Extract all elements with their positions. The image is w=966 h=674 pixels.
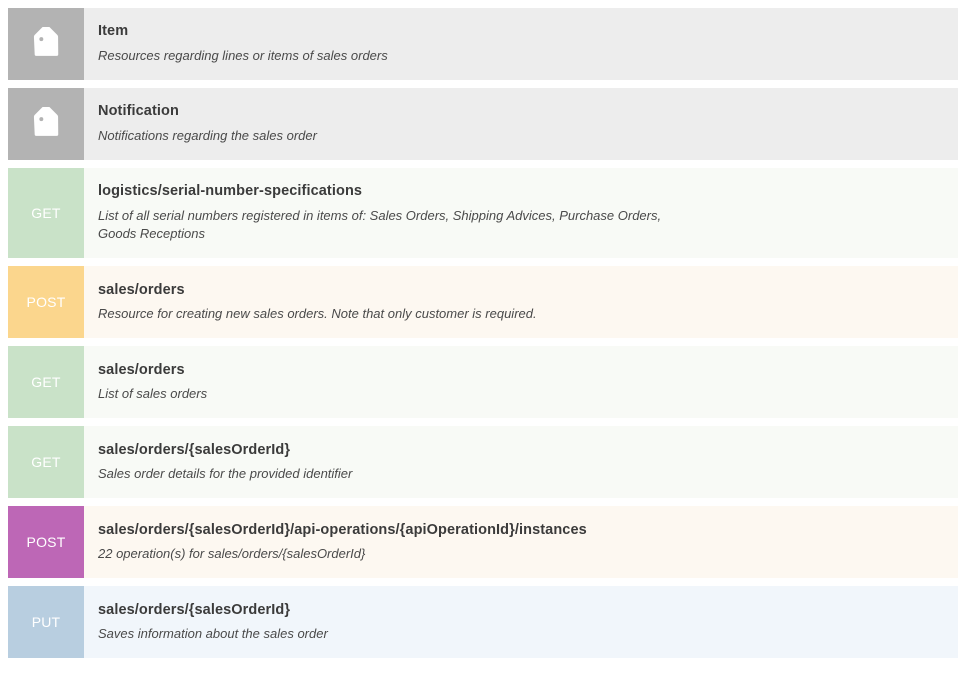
api-operation-description: Saves information about the sales order xyxy=(98,626,328,642)
api-operation-description: Resources regarding lines or items of sa… xyxy=(98,47,388,63)
api-operation-row[interactable]: GET sales/orders/{salesOrderId} Sales orde… xyxy=(8,426,958,499)
tag-group-title: Notification xyxy=(98,103,179,120)
api-operation-row[interactable]: GET logistics/serial-number-specification… xyxy=(8,168,958,259)
tag-group-title: Item xyxy=(98,23,129,40)
tag-icon xyxy=(29,27,63,61)
api-operation-description: Resource for creating new sales orders. … xyxy=(98,306,537,322)
api-operation-path: sales/orders xyxy=(98,361,185,378)
http-method-label: PUT xyxy=(31,614,61,631)
tag-badge xyxy=(8,8,84,80)
api-operation-body: sales/orders/{salesOrderId} Saves informa… xyxy=(84,586,958,659)
api-operation-path: sales/orders/{salesOrderId} xyxy=(98,441,291,458)
api-operation-description: 22 operation(s) for sales/orders/{salesO… xyxy=(98,546,366,562)
api-operation-description: Sales order details for the provided ide… xyxy=(98,466,353,482)
api-operation-body: sales/orders/{salesOrderId}/api-operatio… xyxy=(84,506,958,579)
api-operation-row[interactable]: POST sales/orders Resource for creating ne… xyxy=(8,266,958,339)
http-method-badge: GET xyxy=(8,168,84,259)
http-method-badge: GET xyxy=(8,426,84,499)
api-operation-path: sales/orders/{salesOrderId} xyxy=(98,601,291,618)
http-method-label: POST xyxy=(26,534,66,551)
api-operation-body: Notification Notifications regarding the … xyxy=(84,88,958,160)
http-method-label: GET xyxy=(31,454,61,471)
http-method-label: POST xyxy=(26,294,66,311)
api-operation-path: sales/orders/{salesOrderId}/api-operatio… xyxy=(98,521,587,538)
api-operation-description: List of sales orders xyxy=(98,386,208,402)
tag-badge xyxy=(8,88,84,160)
api-operation-row[interactable]: POST sales/orders/{salesOrderId}/api-oper… xyxy=(8,506,958,579)
api-operation-row[interactable]: GET sales/orders List of sales orders xyxy=(8,346,958,419)
api-operation-path: sales/orders xyxy=(98,281,185,298)
api-operation-path: logistics/serial-number-specifications xyxy=(98,183,363,199)
api-operation-body: logistics/serial-number-specifications Li… xyxy=(84,168,958,259)
tag-icon xyxy=(29,107,63,141)
api-operation-list: Item Resources regarding lines or items o… xyxy=(0,0,966,674)
api-operation-body: Item Resources regarding lines or items o… xyxy=(84,8,958,80)
http-method-badge: GET xyxy=(8,346,84,419)
api-operation-description: List of all serial numbers registered in… xyxy=(98,207,662,242)
api-operation-row[interactable]: PUT sales/orders/{salesOrderId} Saves info… xyxy=(8,586,958,659)
http-method-label: GET xyxy=(31,374,61,391)
api-operation-body: sales/orders/{salesOrderId} Sales order d… xyxy=(84,426,958,499)
http-method-badge: PUT xyxy=(8,586,84,659)
api-operation-body: sales/orders Resource for creating new sa… xyxy=(84,266,958,339)
api-operation-description: Notifications regarding the sales order xyxy=(98,127,317,143)
tag-group-row[interactable]: Notification Notifications regarding the … xyxy=(8,88,958,160)
http-method-label: GET xyxy=(31,205,61,222)
http-method-badge: POST xyxy=(8,506,84,579)
http-method-badge: POST xyxy=(8,266,84,339)
api-operation-body: sales/orders List of sales orders xyxy=(84,346,958,419)
tag-group-row[interactable]: Item Resources regarding lines or items o… xyxy=(8,8,958,80)
